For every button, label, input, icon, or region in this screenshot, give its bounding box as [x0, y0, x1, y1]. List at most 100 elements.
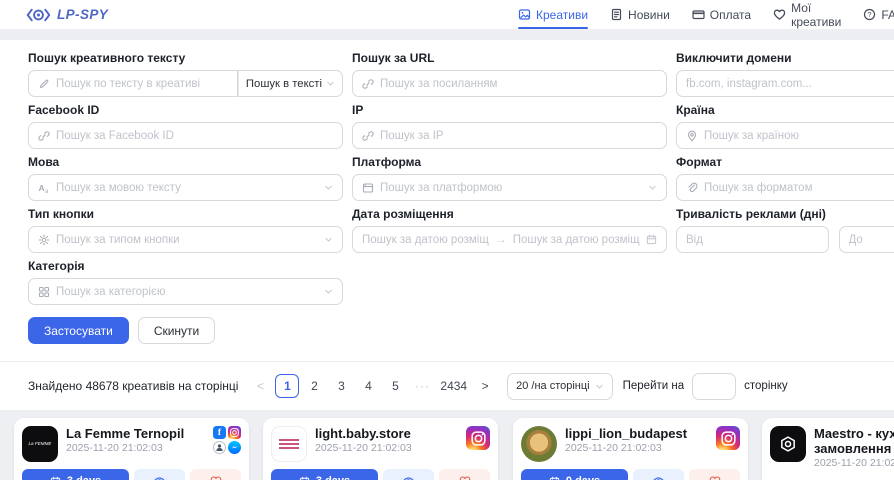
logo[interactable]: LP-SPY [26, 7, 108, 23]
ip-field[interactable] [352, 122, 667, 149]
favorite-button[interactable] [190, 469, 241, 480]
results-area: La FEMME La Femme Ternopil 2025-11-20 21… [0, 410, 894, 480]
favorite-button[interactable] [439, 469, 490, 480]
page-button-last[interactable]: 2434 [437, 374, 470, 398]
filter-label: IP [352, 104, 667, 117]
nav-label: Мої креативи [791, 1, 841, 29]
nav-tab-news[interactable]: Новини [610, 0, 670, 29]
card-date: 2025-11-20 21:02:03 [565, 441, 708, 455]
duration-from-input[interactable] [686, 234, 819, 246]
avatar-text: La FEMME [29, 441, 52, 447]
duration-badge[interactable]: 0 days [521, 469, 628, 480]
favorite-button[interactable] [689, 469, 740, 480]
page-button-3[interactable]: 3 [329, 374, 353, 398]
creative-text-input[interactable] [56, 78, 228, 90]
exclude-domains-field[interactable] [676, 70, 894, 97]
avatar [271, 426, 307, 462]
facebook-id-field[interactable] [28, 122, 343, 149]
country-input[interactable] [704, 130, 894, 142]
eye-icon [153, 475, 166, 480]
card-title-line2: замовлення в Ужго [814, 441, 894, 456]
results-toolbar: Знайдено 48678 креативів на сторінці < 1… [0, 362, 894, 410]
prev-page-button[interactable]: < [248, 374, 272, 398]
reset-button[interactable]: Скинути [138, 317, 215, 344]
avatar [521, 426, 557, 462]
goto-label: Перейти на [623, 380, 685, 392]
instagram-icon [716, 426, 740, 450]
nav-tab-faq[interactable]: ? FAQ [863, 0, 894, 29]
link-icon [38, 130, 50, 142]
facebook-id-input[interactable] [56, 130, 333, 142]
duration-badge[interactable]: 3 days [22, 469, 129, 480]
top-header: LP-SPY Креативи Новини [0, 0, 894, 30]
chevron-down-icon [324, 183, 333, 192]
chevron-down-icon [324, 287, 333, 296]
country-field[interactable] [676, 122, 894, 149]
exclude-domains-input[interactable] [686, 78, 894, 90]
page-size-select[interactable]: 20 /на сторінці [507, 373, 613, 400]
creative-card[interactable]: light.baby.store 2025-11-20 21:02:03 3 d… [263, 418, 498, 480]
filter-ip: IP [352, 104, 667, 149]
button-type-select[interactable]: Пошук за типом кнопки [28, 226, 343, 253]
heart-icon [773, 8, 786, 21]
nav-tab-payment[interactable]: Оплата [692, 0, 751, 29]
duration-from-field[interactable] [676, 226, 829, 253]
button-type-placeholder: Пошук за типом кнопки [56, 234, 318, 246]
duration-to-field[interactable] [839, 226, 894, 253]
view-button[interactable] [383, 469, 434, 480]
nav-label: Креативи [536, 8, 588, 22]
view-button[interactable] [633, 469, 684, 480]
heart-icon [459, 475, 471, 480]
filter-actions: Застосувати Скинути [28, 317, 894, 344]
search-mode-value: Пошук в тексті [246, 78, 322, 90]
svg-text:A: A [39, 182, 45, 192]
language-select[interactable]: A a Пошук за мовою тексту [28, 174, 343, 201]
category-select[interactable]: Пошук за категорією [28, 278, 343, 305]
platform-select[interactable]: Пошук за платформою [352, 174, 667, 201]
creative-card[interactable]: La FEMME La Femme Ternopil 2025-11-20 21… [14, 418, 249, 480]
nav-tab-my-creatives[interactable]: Мої креативи [773, 0, 841, 29]
view-button[interactable] [134, 469, 185, 480]
filter-country: Країна [676, 104, 894, 149]
card-title: light.baby.store [315, 426, 458, 441]
format-field[interactable] [676, 174, 894, 201]
filter-label: Пошук за URL [352, 52, 667, 65]
chevron-down-icon [324, 235, 333, 244]
filter-label: Пошук креативного тексту [28, 52, 343, 65]
duration-value: 3 days [67, 475, 101, 480]
ip-input[interactable] [380, 130, 657, 142]
creative-text-field[interactable] [28, 70, 238, 97]
next-page-button[interactable]: > [473, 374, 497, 398]
calendar-icon [299, 476, 310, 480]
filter-label: Виключити домени [676, 52, 894, 65]
main-nav: Креативи Новини Оплата [518, 0, 894, 29]
url-input[interactable] [380, 78, 657, 90]
nav-label: FAQ [881, 8, 894, 22]
question-circle-icon: ? [863, 8, 876, 21]
credit-card-icon [692, 8, 705, 21]
chevron-down-icon [648, 183, 657, 192]
page-button-1[interactable]: 1 [275, 374, 299, 398]
url-field[interactable] [352, 70, 667, 97]
date-range-picker[interactable]: Пошук за датою розміщення → Пошук за дат… [352, 226, 667, 253]
page-button-2[interactable]: 2 [302, 374, 326, 398]
nav-tab-creatives[interactable]: Креативи [518, 0, 588, 29]
goto-page-input[interactable] [692, 373, 736, 400]
date-end-placeholder: Пошук за датою розміщення [513, 234, 640, 246]
format-input[interactable] [704, 182, 894, 194]
pencil-icon [38, 78, 50, 90]
search-mode-select[interactable]: Пошук в тексті [238, 70, 343, 97]
filter-category: Категорія Пошук за категорією [28, 260, 343, 305]
filter-label: Країна [676, 104, 894, 117]
language-placeholder: Пошук за мовою тексту [56, 182, 318, 194]
duration-badge[interactable]: 3 days [271, 469, 378, 480]
creative-card[interactable]: Maestro - кухні, ме замовлення в Ужго 20… [762, 418, 894, 480]
creative-card[interactable]: lippi_lion_budapest 2025-11-20 21:02:03 … [513, 418, 748, 480]
page-button-4[interactable]: 4 [356, 374, 380, 398]
duration-to-input[interactable] [849, 234, 894, 246]
page-button-5[interactable]: 5 [383, 374, 407, 398]
apply-button[interactable]: Застосувати [28, 317, 129, 344]
svg-text:a: a [45, 189, 49, 194]
instagram-icon [228, 426, 241, 439]
pagination-ellipsis[interactable]: ··· [410, 374, 434, 398]
